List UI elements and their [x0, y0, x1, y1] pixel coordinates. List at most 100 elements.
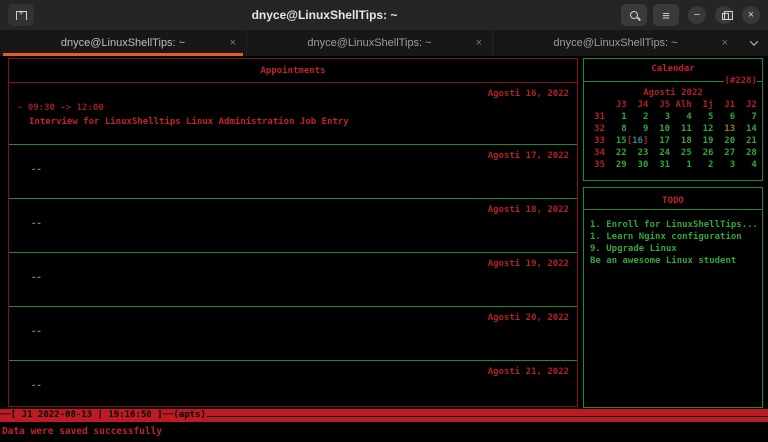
todo-item: 1. Learn Nginx configuration: [590, 232, 742, 242]
calendar-day[interactable]: 20: [713, 135, 735, 147]
todo-item: 1. Enroll for LinuxShellTips...: [590, 220, 758, 230]
tab-close-icon[interactable]: ×: [230, 37, 236, 49]
weekday-header: J4: [637, 100, 649, 110]
calendar-week-row: 34 22 23 24 25 26 27 28: [584, 147, 762, 159]
appointment-date: Agosti 17, 2022: [487, 151, 569, 161]
todo-item: Be an awesome Linux student: [590, 256, 737, 266]
calendar-day[interactable]: 22: [605, 147, 627, 159]
week-number: 31: [594, 112, 605, 122]
appointment-day-section: Agosti 21, 2022 --: [9, 361, 577, 407]
calendar-day[interactable]: 3: [713, 159, 735, 171]
calendar-day[interactable]: 26: [692, 147, 714, 159]
calendar-day[interactable]: 11: [670, 123, 692, 135]
new-tab-button[interactable]: [8, 4, 34, 26]
appointment-day-section: Agosti 16, 2022 - 09:30 -> 12:00 Interview…: [9, 83, 577, 145]
calendar-day[interactable]: 31: [648, 159, 670, 171]
calendar-day[interactable]: 29: [605, 159, 627, 171]
terminal-tab[interactable]: dnyce@LinuxShellTips: ~ ×: [0, 30, 246, 56]
tab-close-icon[interactable]: ×: [476, 37, 482, 49]
status-bar-text: ──[ J1 2022-08-13 | 19:16:50 ]──(apts): [0, 410, 206, 420]
calendar-week-row: 33 15 [16] 17 18 19 20 21: [584, 135, 762, 147]
appointments-panel: Appointments Agosti 16, 2022 - 09:30 -> 1…: [8, 58, 578, 407]
calendar-day[interactable]: 17: [648, 135, 670, 147]
calendar-day[interactable]: 23: [627, 147, 649, 159]
weekday-header: J5: [659, 100, 671, 110]
todo-panel: TODO 1. Enroll for LinuxShellTips... 1. L…: [583, 187, 763, 408]
tab-close-icon[interactable]: ×: [722, 37, 728, 49]
tab-list: dnyce@LinuxShellTips: ~ × dnyce@LinuxShell…: [0, 30, 738, 56]
calendar-day[interactable]: 5: [692, 111, 713, 123]
titlebar: dnyce@LinuxShellTips: ~ ≡ − ×: [0, 0, 768, 30]
calendar-day[interactable]: 7: [735, 111, 756, 123]
appointment-time: - 09:30 -> 12:00: [17, 103, 104, 113]
calendar-day[interactable]: 27: [713, 147, 735, 159]
weekday-header: Ij: [702, 100, 714, 110]
calendar-panel: Calendar (#228) Agosti 2022 J3 J4 J5 Alh Ij J…: [583, 58, 763, 181]
appointment-description: Interview for LinuxShelltips Linux Admin…: [29, 117, 349, 127]
calendar-day[interactable]: 21: [735, 135, 757, 147]
terminal-tab[interactable]: dnyce@LinuxShellTips: ~ ×: [492, 30, 738, 56]
calendar-day[interactable]: 15: [605, 135, 627, 147]
appointment-empty-marker: --: [31, 273, 42, 283]
todo-title: TODO: [584, 188, 762, 210]
calendar-day[interactable]: 14: [735, 123, 757, 135]
terminal-content[interactable]: Appointments Agosti 16, 2022 - 09:30 -> 1…: [0, 56, 768, 442]
calendar-day[interactable]: 30: [627, 159, 649, 171]
weekday-header: J3: [615, 100, 627, 110]
calendar-day[interactable]: 6: [713, 111, 735, 123]
minimize-icon: −: [693, 8, 701, 21]
appointment-empty-marker: --: [31, 381, 42, 391]
calendar-day[interactable]: 8: [605, 123, 626, 135]
tab-chevron-button[interactable]: [740, 30, 768, 56]
calendar-divider: (#228): [584, 77, 762, 86]
calendar-day[interactable]: 12: [692, 123, 714, 135]
titlebar-controls: ≡ − ×: [615, 4, 760, 26]
divider-line: [757, 80, 762, 82]
calendar-day[interactable]: 1: [670, 159, 691, 171]
calendar-week-row: 32 8 9 10 11 12 13 14: [584, 123, 762, 135]
calendar-day-selected[interactable]: [16]: [627, 135, 649, 147]
tab-label: dnyce@LinuxShellTips: ~: [60, 37, 186, 49]
calendar-day[interactable]: 25: [670, 147, 692, 159]
calendar-day[interactable]: 4: [670, 111, 691, 123]
calendar-title: Calendar: [651, 64, 695, 74]
week-number: 32: [594, 124, 605, 134]
tab-bar: dnyce@LinuxShellTips: ~ × dnyce@LinuxShell…: [0, 30, 768, 56]
calendar-day[interactable]: 4: [735, 159, 756, 171]
calendar-day-today[interactable]: 13: [713, 123, 735, 135]
calendar-month-label: Agosti 2022: [643, 88, 703, 98]
calendar-day[interactable]: 2: [692, 159, 713, 171]
restore-button[interactable]: [715, 6, 733, 24]
appointment-date: Agosti 19, 2022: [487, 259, 569, 269]
close-button[interactable]: ×: [742, 6, 760, 24]
calendar-day[interactable]: 18: [670, 135, 692, 147]
calendar-day[interactable]: 1: [605, 111, 626, 123]
calendar-day[interactable]: 9: [627, 123, 648, 135]
terminal-window: dnyce@LinuxShellTips: ~ ≡ − × dnyce@Linu…: [0, 0, 768, 442]
close-icon: ×: [747, 8, 755, 21]
terminal-tab[interactable]: dnyce@LinuxShellTips: ~ ×: [246, 30, 492, 56]
appointment-empty-marker: --: [31, 219, 42, 229]
todo-list: 1. Enroll for LinuxShellTips... 1. Learn …: [584, 210, 762, 267]
minimize-button[interactable]: −: [688, 6, 706, 24]
calendar-grid: J3 J4 J5 Alh Ij J1 J2 31 1 2 3 4 5 6 7 32 8 9 10 11 12 13 14 33…: [584, 99, 762, 171]
status-bar-rule: [206, 415, 768, 417]
appointment-day-section: Agosti 20, 2022 --: [9, 307, 577, 361]
calendar-day[interactable]: 28: [735, 147, 757, 159]
calendar-day[interactable]: 24: [648, 147, 670, 159]
search-icon: [630, 11, 638, 19]
divider-line: [584, 80, 725, 82]
calendar-weekday-header-row: J3 J4 J5 Alh Ij J1 J2: [584, 99, 762, 111]
appointments-title: Appointments: [9, 59, 577, 83]
appointment-date: Agosti 21, 2022: [487, 367, 569, 377]
tab-label: dnyce@LinuxShellTips: ~: [553, 37, 678, 49]
search-button[interactable]: [621, 4, 647, 26]
calendar-day[interactable]: 10: [648, 123, 670, 135]
calendar-day[interactable]: 2: [627, 111, 648, 123]
calendar-day[interactable]: 19: [692, 135, 714, 147]
appointment-empty-marker: --: [31, 327, 42, 337]
menu-button[interactable]: ≡: [653, 4, 679, 26]
appointment-date: Agosti 20, 2022: [487, 313, 569, 323]
week-number: 34: [594, 148, 605, 158]
calendar-day[interactable]: 3: [648, 111, 670, 123]
